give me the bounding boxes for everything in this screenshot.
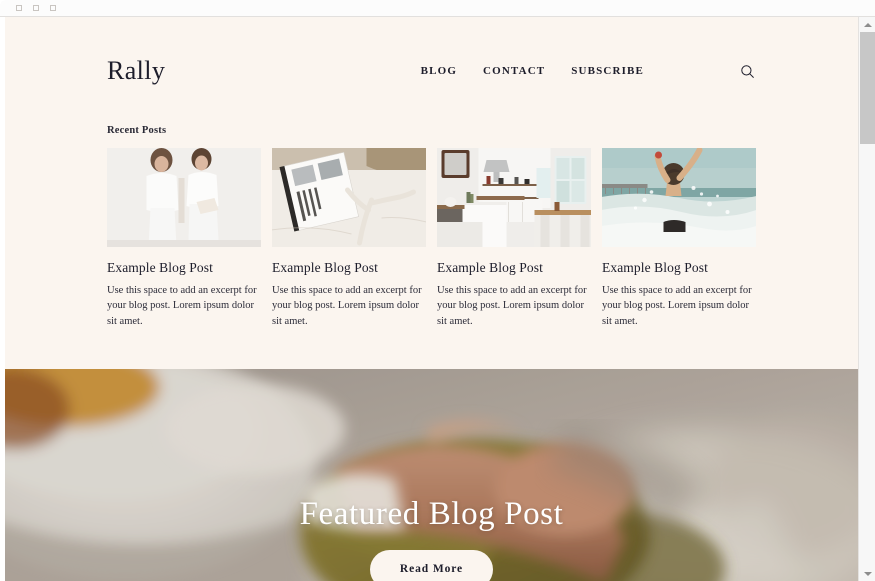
post-title[interactable]: Example Blog Post: [107, 260, 261, 276]
post-title[interactable]: Example Blog Post: [602, 260, 756, 276]
page-viewport: Rally BLOG CONTACT SUBSCRIBE Recent Post…: [5, 17, 858, 581]
site-header: Rally BLOG CONTACT SUBSCRIBE: [5, 17, 858, 125]
post-card[interactable]: Example Blog Post Use this space to add …: [602, 148, 756, 329]
post-thumbnail-white-kitchen[interactable]: [437, 148, 591, 247]
scroll-up-button[interactable]: [859, 17, 875, 32]
post-title[interactable]: Example Blog Post: [437, 260, 591, 276]
recent-posts-label: Recent Posts: [107, 125, 167, 136]
main-navigation: BLOG CONTACT SUBSCRIBE: [421, 62, 756, 80]
scroll-down-button[interactable]: [859, 566, 875, 581]
post-excerpt: Use this space to add an excerpt for you…: [602, 285, 752, 327]
nav-link-contact[interactable]: CONTACT: [483, 65, 545, 77]
search-icon: [740, 64, 755, 79]
post-grid: Example Blog Post Use this space to add …: [107, 148, 756, 329]
post-excerpt: Use this space to add an excerpt for you…: [272, 285, 422, 327]
minimize-dot[interactable]: [16, 5, 22, 11]
browser-window: Rally BLOG CONTACT SUBSCRIBE Recent Post…: [0, 0, 875, 581]
site-logo[interactable]: Rally: [107, 56, 165, 86]
title-bar: [0, 0, 875, 17]
hero-title: Featured Blog Post: [299, 496, 564, 533]
hero-content: Featured Blog Post Read More: [5, 369, 858, 581]
post-thumbnail-book-antler[interactable]: [272, 148, 426, 247]
post-thumbnail-two-women[interactable]: [107, 148, 261, 247]
nav-link-blog[interactable]: BLOG: [421, 65, 457, 77]
recent-posts-section: Recent Posts Example Blog Post Use this …: [5, 125, 858, 329]
search-button[interactable]: [738, 62, 756, 80]
post-card[interactable]: Example Blog Post Use this space to add …: [272, 148, 426, 329]
read-more-button[interactable]: Read More: [369, 550, 494, 581]
post-title[interactable]: Example Blog Post: [272, 260, 426, 276]
scroll-up-arrow: [863, 22, 872, 27]
close-dot[interactable]: [50, 5, 56, 11]
scrollbar-thumb[interactable]: [860, 32, 875, 144]
post-excerpt: Use this space to add an excerpt for you…: [437, 285, 587, 327]
post-excerpt: Use this space to add an excerpt for you…: [107, 285, 257, 327]
nav-link-subscribe[interactable]: SUBSCRIBE: [571, 65, 644, 77]
post-card[interactable]: Example Blog Post Use this space to add …: [437, 148, 591, 329]
maximize-dot[interactable]: [33, 5, 39, 11]
post-card[interactable]: Example Blog Post Use this space to add …: [107, 148, 261, 329]
post-thumbnail-beach-waves[interactable]: [602, 148, 756, 247]
vertical-scrollbar[interactable]: [858, 17, 875, 581]
featured-hero: Featured Blog Post Read More: [5, 369, 858, 581]
scroll-down-arrow: [863, 571, 872, 576]
